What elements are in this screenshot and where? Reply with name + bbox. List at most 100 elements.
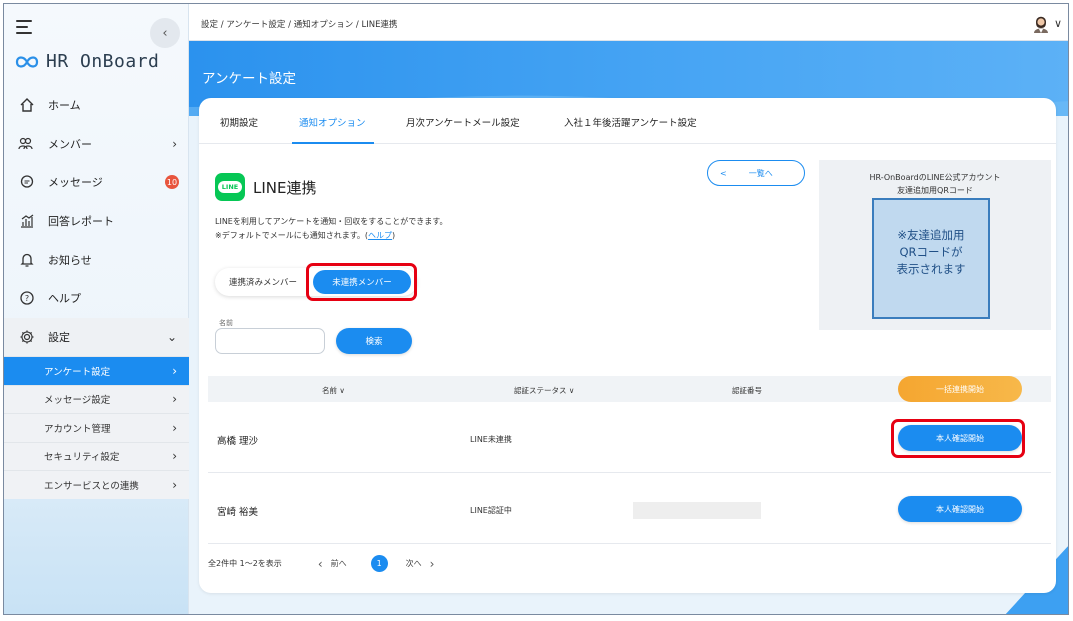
search-button[interactable]: 検索 <box>336 328 412 354</box>
linked-members-toggle[interactable]: 連携済みメンバー <box>215 268 311 296</box>
user-avatar-icon <box>1033 16 1048 33</box>
chevron-down-icon: ⌄ <box>166 329 177 344</box>
next-label: 次へ <box>405 559 422 568</box>
sidebar-subitem-en-service-integration[interactable]: エンサービスとの連携 › <box>4 470 189 499</box>
prev-page-button[interactable]: ‹ 前へ <box>318 557 347 571</box>
sidebar-subitem-label: アカウント管理 <box>44 423 111 435</box>
settings-submenu: アンケート設定 › メッセージ設定 › アカウント管理 › セキュリティ設定 ›… <box>4 356 189 499</box>
qr-code-panel: HR-OnBoardのLINE公式アカウント 友達追加用QRコード ※友達追加用… <box>819 160 1051 330</box>
section-title: LINE連携 <box>253 178 317 197</box>
line-section-title: LINE LINE連携 <box>215 173 316 201</box>
identity-verify-button[interactable]: 本人確認開始 <box>898 496 1022 522</box>
tab-one-year-survey[interactable]: 入社１年後活躍アンケート設定 <box>564 115 697 129</box>
tab-bar: 初期設定 通知オプション 月次アンケートメール設定 入社１年後活躍アンケート設定 <box>199 98 1056 144</box>
chevron-left-icon: ‹ <box>162 25 168 41</box>
name-search-input[interactable] <box>215 328 325 354</box>
sidebar-item-label: メッセージ <box>48 176 103 190</box>
sidebar-item-label: メンバー <box>48 137 92 151</box>
line-logo-text: LINE <box>217 181 243 193</box>
description-line: LINEを利用してアンケートを通知・回収をすることができます。 <box>215 217 448 226</box>
member-name: 宮崎 裕美 <box>217 507 259 518</box>
table-row: 宮崎 裕美 LINE認証中 本人確認開始 <box>208 474 1051 544</box>
line-logo-icon: LINE <box>215 173 245 201</box>
chevron-right-icon: › <box>172 420 177 435</box>
auth-status: LINE認証中 <box>470 506 512 515</box>
qr-caption-line: HR-OnBoardのLINE公式アカウント <box>869 173 1001 182</box>
sidebar-subitem-account-management[interactable]: アカウント管理 › <box>4 413 189 442</box>
tab-monthly-survey-mail[interactable]: 月次アンケートメール設定 <box>406 115 520 129</box>
sidebar-item-help[interactable]: ? ヘルプ <box>4 279 189 318</box>
table-header: 名前 ∨ 認証ステータス ∨ 認証番号 一括連携開始 <box>208 376 1051 402</box>
help-icon: ? <box>18 289 36 307</box>
page-title: アンケート設定 <box>202 71 296 87</box>
qr-placeholder-text: ※友達追加用 <box>897 228 965 242</box>
chevron-right-icon: › <box>172 449 177 464</box>
sidebar-subitem-survey-settings[interactable]: アンケート設定 › <box>4 356 189 385</box>
column-header-label: 名前 <box>322 386 337 395</box>
breadcrumb: 設定 / アンケート設定 / 通知オプション / LINE連携 <box>201 20 398 30</box>
column-header-status[interactable]: 認証ステータス ∨ <box>514 385 574 396</box>
message-icon <box>18 173 36 191</box>
pagination-summary: 全2件中 1〜2を表示 <box>208 559 282 568</box>
sidebar-item-home[interactable]: ホーム <box>4 86 189 125</box>
sidebar-item-report[interactable]: 回答レポート <box>4 202 189 241</box>
svg-text:?: ? <box>25 294 29 303</box>
qr-placeholder-text: 表示されます <box>896 262 966 276</box>
sidebar-item-label: ヘルプ <box>48 292 81 306</box>
pagination: 全2件中 1〜2を表示 ‹ 前へ 1 次へ › <box>208 555 434 572</box>
name-field-label: 名前 <box>219 319 233 327</box>
chevron-right-icon: › <box>172 363 177 378</box>
sidebar-item-messages[interactable]: メッセージ 10 <box>4 163 189 202</box>
sort-chevron-icon: ∨ <box>568 386 575 395</box>
chevron-right-icon: › <box>172 392 177 407</box>
active-tab-indicator <box>292 142 374 144</box>
sidebar: ‹ HR OnBoard ホーム メンバー › メッセージ 10 回答レポート … <box>4 4 189 614</box>
sidebar-item-label: お知らせ <box>48 253 92 267</box>
back-arrow-icon: < <box>720 168 727 178</box>
members-icon <box>18 135 36 153</box>
highlight-frame <box>891 419 1025 458</box>
sidebar-subitem-label: メッセージ設定 <box>44 395 111 407</box>
sidebar-subitem-message-settings[interactable]: メッセージ設定 › <box>4 384 189 414</box>
column-header-code: 認証番号 <box>732 386 762 395</box>
chevron-left-icon: ‹ <box>317 556 323 571</box>
qr-caption-line: 友達追加用QRコード <box>897 186 973 195</box>
user-menu[interactable]: ∨ <box>1030 12 1062 34</box>
bell-icon <box>18 251 36 269</box>
next-page-button[interactable]: 次へ › <box>406 557 435 571</box>
tab-initial-settings[interactable]: 初期設定 <box>220 115 258 129</box>
collapse-sidebar-button[interactable]: ‹ <box>150 18 180 48</box>
unread-count-badge: 10 <box>165 175 179 190</box>
sidebar-subitem-label: アンケート設定 <box>44 366 111 378</box>
column-header-name[interactable]: 名前 ∨ <box>322 385 345 396</box>
sidebar-subitem-security-settings[interactable]: セキュリティ設定 › <box>4 441 189 471</box>
chevron-right-icon: › <box>429 556 435 571</box>
auth-code-field <box>633 502 761 519</box>
prev-label: 前へ <box>330 559 347 568</box>
sidebar-subitem-label: セキュリティ設定 <box>44 452 120 464</box>
hamburger-menu-icon[interactable] <box>16 20 34 34</box>
sidebar-item-notices[interactable]: お知らせ <box>4 240 189 279</box>
member-name: 高橋 理沙 <box>217 436 259 447</box>
sidebar-item-label: ホーム <box>48 99 81 113</box>
infinity-logo-icon <box>15 55 39 68</box>
chevron-down-icon: ∨ <box>1053 16 1062 30</box>
back-to-list-button[interactable]: < 一覧へ <box>707 160 805 186</box>
auth-status: LINE未連携 <box>470 435 512 444</box>
tab-notification-options[interactable]: 通知オプション <box>299 115 366 129</box>
column-header-label: 認証ステータス <box>514 386 567 395</box>
current-page-button[interactable]: 1 <box>370 555 388 572</box>
sidebar-nav: ホーム メンバー › メッセージ 10 回答レポート お知らせ ? ヘルプ 設定… <box>4 86 189 499</box>
help-link[interactable]: ヘルプ <box>368 231 392 240</box>
home-icon <box>18 96 36 114</box>
qr-placeholder-text: QRコードが <box>899 245 963 259</box>
bulk-link-start-button[interactable]: 一括連携開始 <box>898 376 1022 402</box>
sidebar-item-members[interactable]: メンバー › <box>4 125 189 164</box>
description-line: ※デフォルトでメールにも通知されます。(ヘルプ) <box>215 229 448 243</box>
app-logo: HR OnBoard <box>14 51 159 72</box>
logo-text: HR OnBoard <box>46 51 160 72</box>
sidebar-item-settings[interactable]: 設定 ⌄ <box>4 317 189 357</box>
description-text: ) <box>392 231 396 240</box>
content-card: 初期設定 通知オプション 月次アンケートメール設定 入社１年後活躍アンケート設定… <box>199 98 1056 593</box>
back-button-label: 一覧へ <box>748 168 773 178</box>
